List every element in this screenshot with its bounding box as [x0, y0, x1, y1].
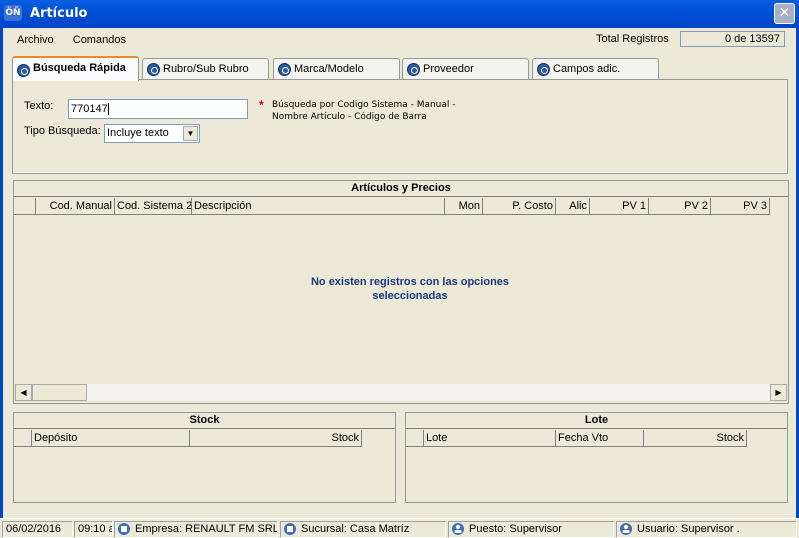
status-puesto: Puesto: Supervisor	[448, 521, 614, 538]
texto-input[interactable]: 770147	[68, 99, 248, 119]
col-stock[interactable]: Stock	[190, 430, 362, 447]
search-icon	[17, 64, 30, 77]
row-selector-header	[14, 430, 32, 447]
status-empresa: Empresa: RENAULT FM SRL	[114, 521, 278, 538]
chevron-down-icon[interactable]: ▼	[183, 126, 198, 141]
search-icon	[278, 63, 291, 76]
window-title: Artículo	[30, 6, 88, 21]
tipo-busqueda-select[interactable]: Incluye texto ▼	[104, 124, 200, 143]
col-p-costo[interactable]: P. Costo	[483, 198, 556, 215]
user-icon	[620, 523, 632, 535]
tab-proveedor[interactable]: Proveedor	[402, 58, 529, 80]
user-icon	[452, 523, 464, 535]
status-time: 09:10 a	[74, 521, 113, 538]
col-alic[interactable]: Alic	[556, 198, 590, 215]
col-deposito[interactable]: Depósito	[32, 430, 190, 447]
total-registros-label: Total Registros	[596, 33, 669, 45]
menu-archivo[interactable]: Archivo	[17, 34, 54, 46]
tab-campos-adic[interactable]: Campos adic.	[532, 58, 659, 80]
tab-rubro-sub-rubro[interactable]: Rubro/Sub Rubro	[142, 58, 269, 80]
lote-grid: Lote Lote Fecha Vto Stock	[405, 412, 788, 503]
articles-grid-title: Artículos y Precios	[14, 181, 788, 197]
col-mon[interactable]: Mon	[445, 198, 483, 215]
stock-grid: Stock Depósito Stock	[13, 412, 396, 503]
search-icon	[537, 63, 550, 76]
lote-grid-title: Lote	[406, 413, 787, 429]
total-registros-value: 0 de 13597	[680, 31, 785, 47]
row-selector-header	[406, 430, 424, 447]
app-icon: ÖÑ	[4, 5, 22, 21]
empty-message: No existen registros con las opciones se…	[310, 276, 510, 302]
col-lote[interactable]: Lote	[424, 430, 556, 447]
tab-marca-modelo[interactable]: Marca/Modelo	[273, 58, 400, 80]
text-caret	[107, 103, 109, 116]
col-cod-manual[interactable]: Cod. Manual	[36, 198, 115, 215]
texto-label: Texto:	[24, 100, 54, 112]
status-sucursal: Sucursal: Casa Matríz	[280, 521, 446, 538]
tab-busqueda-rapida[interactable]: Búsqueda Rápida	[12, 56, 139, 81]
status-bar: 06/02/2016 09:10 a Empresa: RENAULT FM S…	[0, 518, 799, 538]
search-icon	[147, 63, 160, 76]
articles-horizontal-scrollbar[interactable]: ◀ ▶	[15, 384, 787, 401]
menu-bar: Archivo Comandos	[17, 34, 142, 46]
required-asterisk: *	[259, 98, 264, 112]
menu-comandos[interactable]: Comandos	[73, 34, 126, 46]
building-icon	[284, 523, 296, 535]
col-descripcion[interactable]: Descripción	[192, 198, 445, 215]
col-fecha-vto[interactable]: Fecha Vto	[556, 430, 644, 447]
building-icon	[118, 523, 130, 535]
col-pv3[interactable]: PV 3	[711, 198, 770, 215]
stock-grid-title: Stock	[14, 413, 395, 429]
status-date: 06/02/2016	[2, 521, 73, 538]
search-hint: Búsqueda por Codigo Sistema - Manual - N…	[272, 100, 456, 122]
title-bar: ÖÑ Artículo ✕	[0, 0, 799, 28]
col-pv2[interactable]: PV 2	[649, 198, 711, 215]
col-lote-stock[interactable]: Stock	[644, 430, 747, 447]
scroll-left-icon[interactable]: ◀	[15, 384, 32, 401]
close-button[interactable]: ✕	[774, 3, 795, 24]
search-icon	[407, 63, 420, 76]
row-selector-header	[14, 198, 36, 215]
status-usuario: Usuario: Supervisor .	[616, 521, 797, 538]
scroll-right-icon[interactable]: ▶	[770, 384, 787, 401]
col-cod-sistema-2[interactable]: Cod. Sistema 2	[115, 198, 192, 215]
col-pv1[interactable]: PV 1	[590, 198, 649, 215]
scroll-thumb[interactable]	[32, 384, 87, 401]
tipo-busqueda-label: Tipo Búsqueda:	[24, 125, 101, 137]
